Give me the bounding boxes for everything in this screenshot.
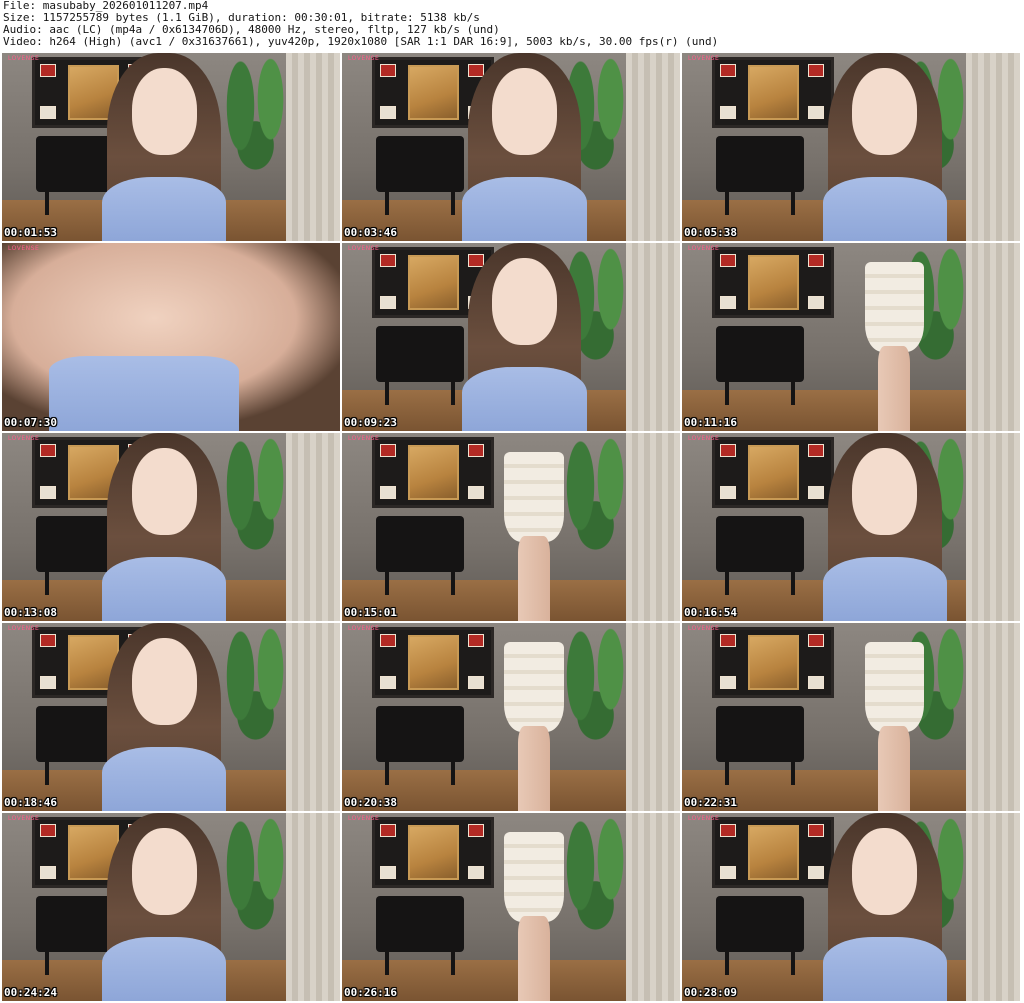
- thumbnail-timestamp: 00:13:08: [4, 606, 57, 619]
- thumbnail-timestamp: 00:16:54: [684, 606, 737, 619]
- thumbnail-image: [2, 813, 340, 1001]
- video-thumbnail: LOVENSE 00:16:54: [682, 433, 1020, 621]
- video-thumbnail: LOVENSE 00:22:31: [682, 623, 1020, 811]
- watermark-logo: LOVENSE: [8, 435, 40, 442]
- thumbnail-timestamp: 00:24:24: [4, 986, 57, 999]
- thumbnail-image: [682, 433, 1020, 621]
- video-thumbnail: LOVENSE 00:18:46: [2, 623, 340, 811]
- video-thumbnail: LOVENSE 00:05:38: [682, 53, 1020, 241]
- thumbnail-timestamp: 00:03:46: [344, 226, 397, 239]
- video-thumbnail: LOVENSE 00:03:46: [342, 53, 680, 241]
- watermark-logo: LOVENSE: [688, 815, 720, 822]
- thumbnail-timestamp: 00:26:16: [344, 986, 397, 999]
- watermark-logo: LOVENSE: [8, 815, 40, 822]
- video-thumbnail: LOVENSE 00:26:16: [342, 813, 680, 1001]
- thumbnail-timestamp: 00:05:38: [684, 226, 737, 239]
- thumbnail-timestamp: 00:20:38: [344, 796, 397, 809]
- video-thumbnail: LOVENSE 00:24:24: [2, 813, 340, 1001]
- thumbnail-image: [682, 53, 1020, 241]
- thumbnail-image: [2, 53, 340, 241]
- thumbnail-image: [342, 53, 680, 241]
- thumbnail-timestamp: 00:18:46: [4, 796, 57, 809]
- thumbnail-image: [2, 623, 340, 811]
- thumbnail-timestamp: 00:28:09: [684, 986, 737, 999]
- thumbnail-timestamp: 00:11:16: [684, 416, 737, 429]
- video-thumbnail: LOVENSE 00:09:23: [342, 243, 680, 431]
- watermark-logo: LOVENSE: [348, 435, 380, 442]
- thumbnail-image: [2, 433, 340, 621]
- watermark-logo: LOVENSE: [8, 245, 40, 252]
- watermark-logo: LOVENSE: [688, 245, 720, 252]
- watermark-logo: LOVENSE: [348, 815, 380, 822]
- video-thumbnail: LOVENSE 00:15:01: [342, 433, 680, 621]
- video-thumbnail: LOVENSE 00:01:53: [2, 53, 340, 241]
- thumbnail-image: [2, 243, 340, 431]
- thumbnail-timestamp: 00:22:31: [684, 796, 737, 809]
- watermark-logo: LOVENSE: [688, 625, 720, 632]
- video-info-line: Video: h264 (High) (avc1 / 0x31637661), …: [3, 35, 719, 48]
- thumbnail-image: [342, 623, 680, 811]
- video-thumbnail: LOVENSE 00:13:08: [2, 433, 340, 621]
- watermark-logo: LOVENSE: [348, 55, 380, 62]
- watermark-logo: LOVENSE: [688, 435, 720, 442]
- thumbnail-image: [342, 813, 680, 1001]
- thumbnail-image: [342, 243, 680, 431]
- thumbnail-image: [682, 243, 1020, 431]
- thumbnail-timestamp: 00:01:53: [4, 226, 57, 239]
- thumbnail-timestamp: 00:09:23: [344, 416, 397, 429]
- thumbnail-timestamp: 00:07:30: [4, 416, 57, 429]
- video-thumbnail: LOVENSE 00:07:30: [2, 243, 340, 431]
- thumbnail-image: [682, 813, 1020, 1001]
- thumbnail-timestamp: 00:15:01: [344, 606, 397, 619]
- watermark-logo: LOVENSE: [348, 625, 380, 632]
- watermark-logo: LOVENSE: [8, 55, 40, 62]
- watermark-logo: LOVENSE: [8, 625, 40, 632]
- thumbnail-grid: LOVENSE 00:01:53 LOVENSE 00:03:46 LOVENSE 00:…: [2, 53, 1022, 1001]
- thumbnail-image: [682, 623, 1020, 811]
- video-thumbnail: LOVENSE 00:20:38: [342, 623, 680, 811]
- watermark-logo: LOVENSE: [348, 245, 380, 252]
- watermark-logo: LOVENSE: [688, 55, 720, 62]
- video-thumbnail: LOVENSE 00:11:16: [682, 243, 1020, 431]
- file-info-header: File: masubaby_202601011207.mp4 Size: 11…: [3, 0, 1021, 52]
- thumbnail-image: [342, 433, 680, 621]
- video-thumbnail: LOVENSE 00:28:09: [682, 813, 1020, 1001]
